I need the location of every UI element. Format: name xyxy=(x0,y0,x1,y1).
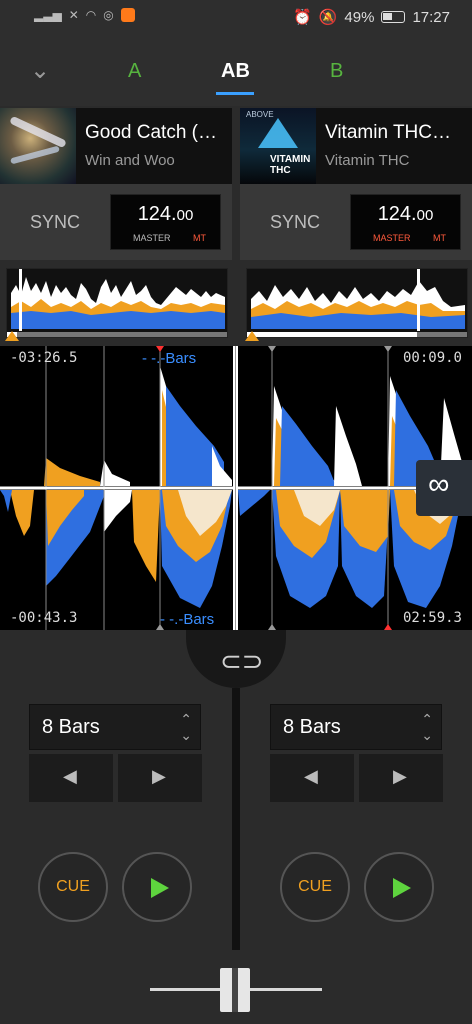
deck-a-bars-counter: - -.-Bars xyxy=(142,350,197,367)
battery-percent: 49% xyxy=(344,8,375,26)
triangle-left-icon: ◀ xyxy=(63,766,77,786)
clock: 17:27 xyxy=(412,8,450,26)
deck-a-elapsed-time: -03:26.5 xyxy=(10,350,78,366)
triangle-right-icon: ▶ xyxy=(393,766,407,786)
deck-a-cover-art xyxy=(0,108,76,184)
no-sim-icon: ✕ xyxy=(68,8,79,22)
deck-b-track-title: Vitamin THC… xyxy=(325,122,451,143)
deck-a-loop-back-button[interactable]: ◀ xyxy=(29,754,113,802)
deck-b-play-button[interactable] xyxy=(364,852,434,922)
deck-a-bpm-display[interactable]: 124.00 MASTER MT xyxy=(110,194,221,250)
signal-icon: ▂▃▅ xyxy=(34,8,62,22)
nfc-icon: ◎ xyxy=(103,8,114,22)
deck-b-cover-art: ABOVE VITAMIN THC xyxy=(240,108,316,184)
deck-b-overview-waveform[interactable] xyxy=(245,268,468,341)
triangle-right-icon: ▶ xyxy=(152,766,166,786)
deck-a-mt-label: MT xyxy=(193,233,206,243)
status-bar: ▂▃▅ ✕ ◠ ◎ ⏰ 🔕 49% 17:27 xyxy=(0,0,472,34)
deck-a-track-title: Good Catch (… xyxy=(85,122,217,143)
play-icon xyxy=(393,878,411,898)
tab-deck-a[interactable]: A xyxy=(128,60,141,83)
deck-b-loop-back-button[interactable]: ◀ xyxy=(270,754,354,802)
deck-a-track-info[interactable]: Good Catch (… Win and Woo xyxy=(0,108,232,184)
link-button[interactable]: ∞ xyxy=(416,460,472,516)
deck-b-loop-forward-button[interactable]: ▶ xyxy=(359,754,443,802)
triangle-left-icon: ◀ xyxy=(304,766,318,786)
center-divider xyxy=(232,688,240,950)
deck-b-loop-length-select[interactable]: 8 Bars ⌃ ⌄ xyxy=(270,704,442,750)
deck-a-loop-forward-button[interactable]: ▶ xyxy=(118,754,202,802)
deck-a: Good Catch (… Win and Woo SYNC 124.00 MA… xyxy=(0,108,232,260)
mute-icon: 🔕 xyxy=(318,9,338,26)
deck-a-play-button[interactable] xyxy=(122,852,192,922)
deck-a-overview-waveform[interactable] xyxy=(5,268,228,341)
wifi-icon: ◠ xyxy=(85,8,97,22)
deck-b-elapsed-time: 00:09.0 xyxy=(402,350,462,366)
deck-b: ABOVE VITAMIN THC Vitamin THC… Vitamin T… xyxy=(240,108,472,260)
status-left: ▂▃▅ ✕ ◠ ◎ xyxy=(34,8,135,22)
loop-link-icon: ⊂⊃ xyxy=(220,646,264,676)
tab-deck-b[interactable]: B xyxy=(330,60,343,83)
deck-a-cue-label: CUE xyxy=(56,878,90,895)
deck-a-remaining-time: -00:43.3 xyxy=(10,610,78,626)
deck-a-waveform xyxy=(44,366,232,486)
lower-waveform xyxy=(0,490,462,608)
tab-deck-ab[interactable]: AB xyxy=(221,60,250,83)
link-icon: ∞ xyxy=(428,468,450,501)
app-notification-icon xyxy=(120,8,135,22)
active-tab-indicator xyxy=(216,92,254,95)
status-right: ⏰ 🔕 49% 17:27 xyxy=(293,8,450,27)
up-down-icon: ⌃ ⌄ xyxy=(180,711,192,743)
view-tabs: ⌄ A AB B xyxy=(0,34,472,106)
deck-b-remaining-time: 02:59.3 xyxy=(402,610,462,626)
deck-a-loop-length-value: 8 Bars xyxy=(42,716,100,738)
waveform-graphic xyxy=(0,346,472,630)
deck-b-artist: Vitamin THC xyxy=(325,152,410,169)
deck-b-track-info[interactable]: ABOVE VITAMIN THC Vitamin THC… Vitamin T… xyxy=(240,108,472,184)
deck-b-mt-label: MT xyxy=(433,233,446,243)
deck-b-sync-button[interactable]: SYNC xyxy=(270,212,320,233)
deck-b-loop-length-value: 8 Bars xyxy=(283,716,341,738)
deck-b-bpm-display[interactable]: 124.00 MASTER MT xyxy=(350,194,461,250)
play-icon xyxy=(151,878,169,898)
deck-b-bpm: 124.00 xyxy=(377,203,434,225)
deck-a-loop-length-select[interactable]: 8 Bars ⌃ ⌄ xyxy=(29,704,201,750)
crossfader-handle[interactable] xyxy=(220,968,250,1012)
waveform-display[interactable]: -03:26.5 - -.-Bars 00:09.0 -00:43.3 - -.… xyxy=(0,346,472,630)
deck-a-artist: Win and Woo xyxy=(85,152,175,169)
deck-a-bpm: 124.00 xyxy=(137,203,194,225)
alarm-icon: ⏰ xyxy=(293,9,312,26)
deck-a-master-label: MASTER xyxy=(133,233,171,243)
deck-b-bars-counter: - -.-Bars xyxy=(160,611,215,628)
chevron-down-icon[interactable]: ⌄ xyxy=(30,56,50,85)
deck-b-cue-button[interactable]: CUE xyxy=(280,852,350,922)
deck-b-cue-label: CUE xyxy=(298,878,332,895)
deck-a-cue-button[interactable]: CUE xyxy=(38,852,108,922)
battery-icon xyxy=(381,11,406,23)
deck-a-sync-button[interactable]: SYNC xyxy=(30,212,80,233)
loop-sync-toggle[interactable]: ⊂⊃ xyxy=(186,630,286,688)
deck-b-master-label: MASTER xyxy=(373,233,411,243)
up-down-icon: ⌃ ⌄ xyxy=(421,711,433,743)
